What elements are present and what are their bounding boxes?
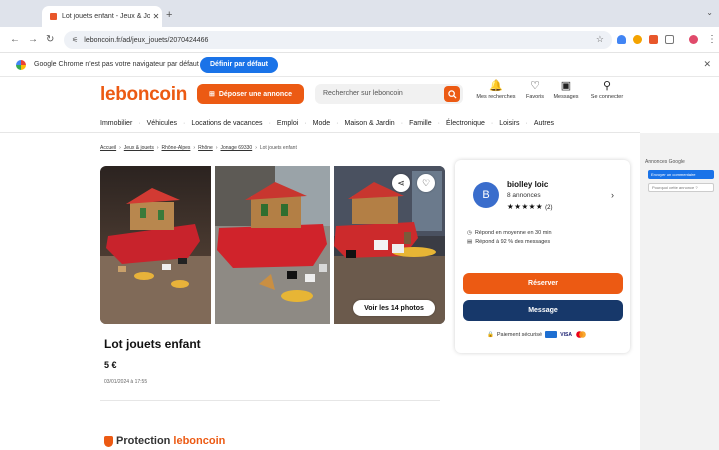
share-icon: ⋖ xyxy=(397,177,405,188)
review-count: (2) xyxy=(545,205,553,211)
shield-icon xyxy=(104,435,113,447)
leboncoin-logo[interactable]: leboncoin xyxy=(100,84,187,106)
breadcrumb-city[interactable]: Jonage 69330 xyxy=(220,145,252,151)
post-ad-label: Déposer une annonce xyxy=(218,90,292,98)
site-settings-icon[interactable]: ⚟ xyxy=(72,36,78,44)
message-button[interactable]: Message xyxy=(463,300,623,321)
tab-close-icon[interactable]: ✕ xyxy=(150,12,162,21)
extension-shield-icon[interactable] xyxy=(617,35,626,44)
reload-icon[interactable]: ↻ xyxy=(46,34,54,45)
chrome-menu-icon[interactable]: ⋮ xyxy=(707,34,717,45)
category-emploi[interactable]: Emploi xyxy=(277,120,298,127)
reserve-button[interactable]: Réserver xyxy=(463,273,623,294)
ads-sidebar xyxy=(640,133,719,450)
infobar-message: Google Chrome n'est pas votre navigateur… xyxy=(34,61,199,68)
category-mode[interactable]: Mode xyxy=(313,120,331,127)
response-rate: ▤ Répond à 92 % des messages xyxy=(467,239,550,245)
plus-square-icon: ⊞ xyxy=(208,91,215,98)
ads-why-link[interactable]: Pourquoi cette annonce ? xyxy=(648,183,714,192)
post-ad-button[interactable]: ⊞ Déposer une annonce xyxy=(197,84,304,104)
listing-photo-2[interactable] xyxy=(215,166,330,324)
secure-payment-label: Paiement sécurisé xyxy=(496,331,543,338)
set-default-button[interactable]: Définir par défaut xyxy=(200,57,278,73)
default-browser-infobar: Google Chrome n'est pas votre navigateur… xyxy=(0,53,719,77)
extension-red-icon[interactable] xyxy=(649,35,658,44)
category-loisirs[interactable]: Loisirs xyxy=(499,120,519,127)
category-immobilier[interactable]: Immobilier xyxy=(100,120,132,127)
response-time-text: Répond en moyenne en 30 min xyxy=(474,230,552,236)
response-time: ◷ Répond en moyenne en 30 min xyxy=(467,230,552,236)
breadcrumb: Accueil › Jeux & jouets › Rhône-Alpes › Rhô… xyxy=(100,145,297,151)
listing-photo-1[interactable] xyxy=(100,166,211,324)
url-field[interactable]: ⚟ leboncoin.fr/ad/jeux_jouets/2070424466… xyxy=(64,31,612,49)
category-nav: Immobilier · Véhicules · Locations de vaca… xyxy=(100,119,555,127)
protection-brand: leboncoin xyxy=(173,435,226,447)
seller-name[interactable]: biolley loic xyxy=(507,180,548,189)
extensions-puzzle-icon[interactable] xyxy=(665,35,674,44)
extension-circle-icon[interactable] xyxy=(633,35,642,44)
user-icon: ⚲ xyxy=(602,80,612,92)
search-input[interactable]: Rechercher sur leboncoin xyxy=(315,84,463,104)
leboncoin-favicon-icon xyxy=(50,13,57,20)
visa-icon: VISA xyxy=(560,331,573,338)
favorite-button[interactable]: ♡ xyxy=(417,174,435,192)
chat-icon: ▤ xyxy=(467,239,473,245)
listing-title: Lot jouets enfant xyxy=(104,337,201,351)
lock-icon: 🔒 xyxy=(487,331,494,338)
header-divider xyxy=(0,132,640,133)
breadcrumb-home[interactable]: Accueil xyxy=(100,145,116,151)
seller-rating: ★★★★★ (2) xyxy=(507,202,552,211)
bookmark-star-icon[interactable]: ☆ xyxy=(596,34,604,45)
category-maison-jardin[interactable]: Maison & Jardin xyxy=(345,120,395,127)
ads-feedback-button[interactable]: Envoyer un commentaire xyxy=(648,170,714,179)
view-all-photos-button[interactable]: Voir les 14 photos xyxy=(353,300,435,316)
category-vehicules[interactable]: Véhicules xyxy=(147,120,177,127)
tab-title: Lot jouets enfant - Jeux & Jo xyxy=(62,13,150,20)
star-rating-icon: ★★★★★ xyxy=(507,202,544,211)
listing-price: 5 € xyxy=(104,360,117,370)
share-button[interactable]: ⋖ xyxy=(392,174,410,192)
tab-search-icon[interactable]: ⌄ xyxy=(706,8,713,17)
listing-date: 03/01/2024 à 17:55 xyxy=(104,379,148,385)
secure-payment: 🔒 Paiement sécurisé VISA xyxy=(487,331,587,338)
address-bar-row: ← → ↻ ⚟ leboncoin.fr/ad/jeux_jouets/2070… xyxy=(0,27,719,53)
avatar[interactable]: B xyxy=(473,182,499,208)
protection-label: Protection xyxy=(116,435,171,447)
login-label: Se connecter xyxy=(590,94,624,100)
url-text: leboncoin.fr/ad/jeux_jouets/2070424466 xyxy=(84,36,209,44)
search-icon xyxy=(447,89,457,99)
login-link[interactable]: ⚲ Se connecter xyxy=(583,80,631,100)
protection-heading: Protection leboncoin xyxy=(104,435,225,447)
category-famille[interactable]: Famille xyxy=(409,120,432,127)
seller-ad-count[interactable]: 8 annonces xyxy=(507,192,541,199)
breadcrumb-department[interactable]: Rhône xyxy=(198,145,213,151)
chevron-right-icon[interactable]: › xyxy=(611,190,614,200)
chrome-logo-icon xyxy=(16,60,26,70)
new-tab-button[interactable]: + xyxy=(166,9,172,21)
details-divider xyxy=(100,400,440,401)
forward-arrow-icon[interactable]: → xyxy=(28,34,38,45)
response-rate-text: Répond à 92 % des messages xyxy=(475,239,551,245)
infobar-close-icon[interactable]: ✕ xyxy=(703,59,711,70)
heart-icon: ♡ xyxy=(421,177,431,188)
breadcrumb-category[interactable]: Jeux & jouets xyxy=(124,145,154,151)
breadcrumb-region[interactable]: Rhône-Alpes xyxy=(162,145,191,151)
ads-label: Annonces Google xyxy=(645,159,685,165)
clock-icon: ◷ xyxy=(467,230,472,236)
category-electronique[interactable]: Électronique xyxy=(446,120,485,127)
browser-tab[interactable]: Lot jouets enfant - Jeux & Jo ✕ xyxy=(42,6,162,27)
mastercard-icon xyxy=(575,331,587,338)
breadcrumb-current: Lot jouets enfant xyxy=(259,145,297,151)
search-button[interactable] xyxy=(444,86,460,102)
browser-tab-bar: Lot jouets enfant - Jeux & Jo ✕ + ⌄ xyxy=(0,0,719,27)
category-autres[interactable]: Autres xyxy=(534,120,554,127)
cb-card-icon xyxy=(545,331,558,338)
back-arrow-icon[interactable]: ← xyxy=(10,34,20,45)
profile-avatar-icon[interactable] xyxy=(689,35,698,44)
category-locations[interactable]: Locations de vacances xyxy=(191,120,262,127)
